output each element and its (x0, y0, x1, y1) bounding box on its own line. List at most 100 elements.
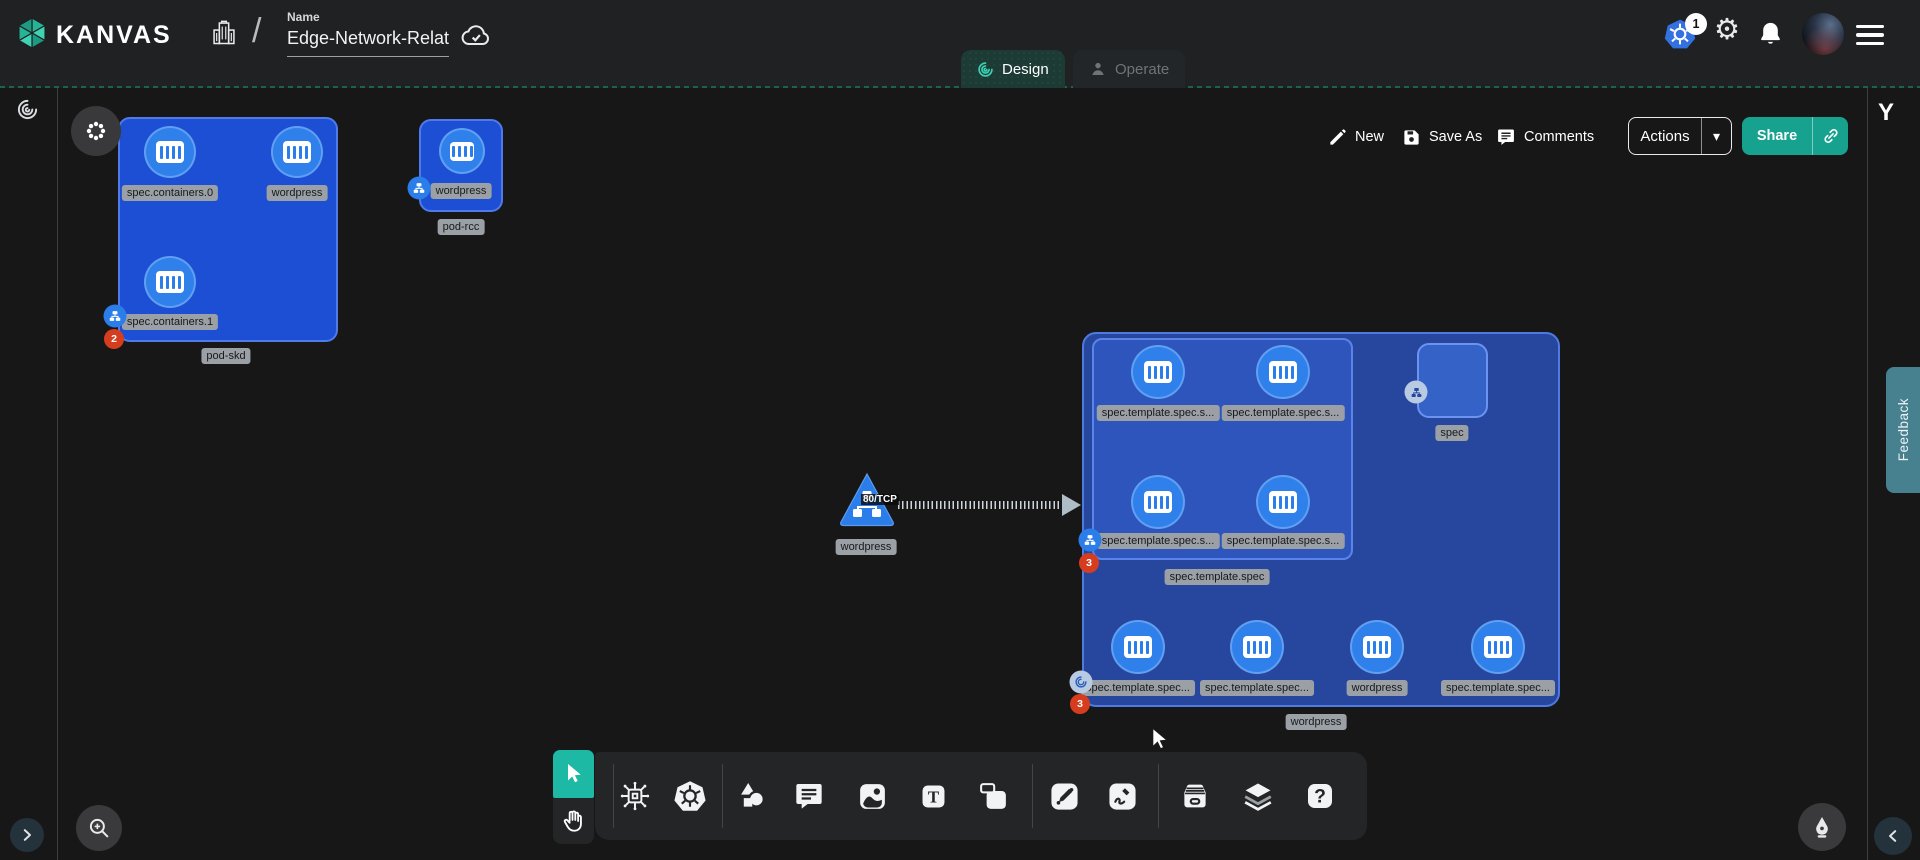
container-icon (450, 142, 474, 161)
sticker-icon (977, 780, 1010, 813)
save-as-button[interactable]: Save As (1402, 120, 1482, 154)
chevron-left-icon (1884, 827, 1902, 845)
bottom-toolbar: T (595, 752, 1367, 840)
text-tool-button[interactable]: T (916, 779, 950, 813)
node-template-container-1[interactable] (1131, 345, 1185, 399)
zoom-button[interactable] (76, 805, 122, 851)
container-icon (1484, 636, 1512, 658)
drawer-tool-button[interactable] (1178, 779, 1212, 813)
expand-left-panel-button[interactable] (10, 818, 44, 852)
network-badge-icon[interactable] (408, 177, 431, 200)
tool-flyout (553, 750, 594, 844)
image-tool-button[interactable] (855, 779, 889, 813)
node-template-container-4[interactable] (1256, 475, 1310, 529)
new-pencil-icon (1328, 128, 1347, 147)
comments-button[interactable]: Comments (1496, 120, 1594, 154)
chevron-right-icon (18, 826, 36, 844)
error-count-badge[interactable]: 2 (104, 329, 124, 349)
toolbar-divider (722, 764, 723, 828)
share-label: Share (1742, 117, 1812, 155)
new-button[interactable]: New (1328, 120, 1384, 154)
pen-tool-button[interactable] (1047, 779, 1081, 813)
node-spec-containers-0[interactable] (144, 126, 196, 178)
right-panel-divider (1867, 88, 1868, 860)
user-avatar[interactable] (1802, 13, 1844, 55)
save-as-label: Save As (1429, 129, 1482, 145)
design-configuration-button[interactable] (71, 106, 121, 156)
container-icon (1243, 636, 1271, 658)
tab-operate[interactable]: Operate (1073, 50, 1185, 88)
node-deployment-container-2[interactable] (1230, 620, 1284, 674)
node-label: wordpress (431, 183, 492, 199)
kubernetes-icon (673, 778, 707, 814)
tab-operate-label: Operate (1115, 61, 1169, 78)
container-icon (1144, 361, 1172, 383)
feedback-tab[interactable]: Feedback (1886, 367, 1920, 493)
help-tool-button[interactable]: ? (1303, 779, 1337, 813)
mouse-cursor (1146, 726, 1173, 753)
tab-design[interactable]: Design (961, 50, 1065, 88)
error-count-badge[interactable]: 3 (1070, 694, 1090, 714)
feedback-label: Feedback (1896, 398, 1911, 461)
copy-link-icon[interactable] (1812, 117, 1848, 155)
node-deployment-wordpress[interactable] (1350, 620, 1404, 674)
node-deployment-container-1[interactable] (1111, 620, 1165, 674)
archive-drawer-icon (1178, 779, 1212, 813)
sync-spinner-icon (16, 98, 39, 121)
network-badge-icon[interactable] (104, 305, 127, 328)
select-tool-button[interactable] (553, 750, 594, 798)
node-spec-containers-1[interactable] (144, 256, 196, 308)
notifications-bell-icon[interactable] (1757, 20, 1784, 47)
menu-hamburger-icon[interactable] (1856, 25, 1884, 45)
actions-caret-icon[interactable]: ▾ (1701, 118, 1731, 154)
node-label: spec.template.spec... (1081, 680, 1195, 696)
node-template-container-3[interactable] (1131, 475, 1185, 529)
container-icon (156, 141, 184, 163)
design-name-input[interactable] (287, 28, 449, 57)
notification-count-badge[interactable]: 1 (1685, 13, 1707, 35)
container-icon (156, 271, 184, 293)
container-icon (1124, 636, 1152, 658)
kubernetes-tool-button[interactable] (673, 779, 707, 813)
node-template-container-2[interactable] (1256, 345, 1310, 399)
group-label: wordpress (1286, 714, 1347, 730)
toolbar-divider (1032, 764, 1033, 828)
node-label: wordpress (267, 185, 328, 201)
network-badge-icon[interactable] (1079, 529, 1102, 552)
toolbar-divider (613, 764, 614, 828)
layers-tool-button[interactable] (1241, 779, 1275, 813)
organization-icon[interactable] (210, 19, 238, 47)
spec-badge-icon[interactable] (1405, 381, 1428, 404)
swirl-badge-icon[interactable] (1070, 671, 1093, 694)
tab-design-label: Design (1002, 61, 1049, 78)
settings-gear-icon[interactable]: ⚙ (1714, 16, 1740, 45)
container-icon (283, 141, 311, 163)
collapse-right-panel-button[interactable] (1874, 817, 1912, 855)
share-button[interactable]: Share (1742, 117, 1848, 155)
pan-tool-button[interactable] (553, 798, 594, 844)
comment-icon (793, 780, 825, 812)
actions-label: Actions (1629, 118, 1701, 154)
group-label: pod-skd (201, 348, 250, 364)
node-label: spec.template.spec.s... (1222, 533, 1345, 549)
sticker-tool-button[interactable] (976, 779, 1010, 813)
container-icon (1269, 361, 1297, 383)
edge-service-to-deployment[interactable] (898, 501, 1066, 509)
node-label: wordpress (836, 539, 897, 555)
actions-button[interactable]: Actions ▾ (1628, 117, 1732, 155)
group-spec[interactable] (1417, 343, 1488, 418)
node-wordpress-rcc[interactable] (439, 128, 485, 174)
node-label: spec.template.spec... (1200, 680, 1314, 696)
node-wordpress-skd[interactable] (271, 126, 323, 178)
node-deployment-container-3[interactable] (1471, 620, 1525, 674)
comment-tool-button[interactable] (792, 779, 826, 813)
components-tool-button[interactable] (618, 779, 652, 813)
error-count-badge[interactable]: 3 (1079, 553, 1099, 573)
drawing-mode-button[interactable] (1798, 803, 1846, 851)
freehand-tool-button[interactable] (1105, 779, 1139, 813)
layers-icon (1241, 779, 1275, 813)
breadcrumb-separator: / (252, 12, 261, 51)
hand-icon (561, 808, 587, 834)
shapes-tool-button[interactable] (736, 779, 770, 813)
group-label: pod-rcc (438, 219, 485, 235)
